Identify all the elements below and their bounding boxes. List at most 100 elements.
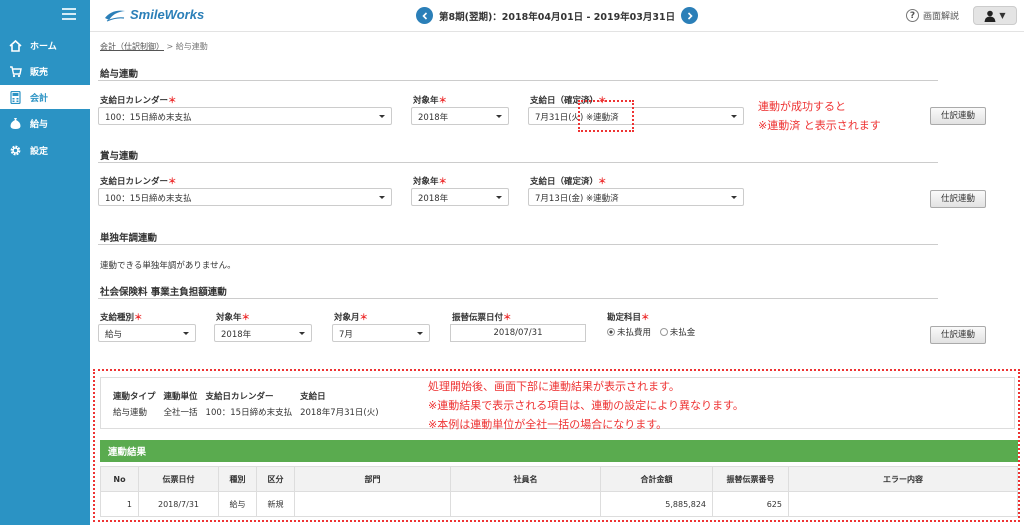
sidebar-item-home[interactable]: ホーム: [0, 33, 90, 57]
col-header: 振替伝票番号: [712, 466, 789, 492]
cell-total: 5,885,824: [600, 491, 713, 517]
select-bonus-year[interactable]: 2018年: [411, 188, 509, 206]
sidebar-item-label: 会計: [30, 93, 49, 104]
summary-table: 連動タイプ 連動単位 支給日カレンダー 支給日 給与連動 全社一括 100：15…: [113, 390, 387, 418]
annual-empty-message: 連動できる単独年調がありません。: [100, 261, 236, 271]
social-journal-link-button[interactable]: 仕訳連動: [930, 326, 986, 344]
section-title-bonus: 賞与連動: [100, 151, 139, 162]
summary-value: 全社一括: [163, 408, 198, 418]
sidebar: ホーム 販売 会計 給与 設定: [0, 0, 90, 525]
bonus-journal-link-button[interactable]: 仕訳連動: [930, 190, 986, 208]
annotation-result: 処理開始後、画面下部に連動結果が表示されます。 ※連動結果で表示される項目は、連動…: [428, 380, 744, 431]
cell-error: [788, 491, 1018, 517]
help-label: 画面解説: [923, 12, 960, 22]
col-header: 種別: [218, 466, 257, 492]
section-title-social: 社会保険料 事業主負担額連動: [100, 287, 227, 298]
annotation-success: 連動が成功すると ※連動済 と表示されます: [758, 100, 881, 132]
sidebar-item-settings[interactable]: 設定: [0, 138, 90, 162]
col-header: 合計金額: [600, 466, 713, 492]
sidebar-item-label: ホーム: [30, 41, 57, 52]
summary-header: 支給日: [300, 392, 326, 402]
col-header: 社員名: [450, 466, 601, 492]
divider: [98, 244, 938, 245]
summary-value: 2018年7月31日(火): [300, 408, 379, 418]
sidebar-item-payroll[interactable]: 給与: [0, 111, 90, 135]
period-label: 第8期(翌期)：2018年04月01日 - 2019年03月31日: [439, 11, 676, 23]
radio-unpaid-expense[interactable]: 未払費用: [607, 328, 651, 338]
summary-value: 給与連動: [113, 408, 148, 418]
sidebar-item-label: 販売: [30, 67, 49, 78]
calculator-icon: [8, 90, 22, 104]
radio-checked-icon: [607, 328, 615, 336]
col-header: エラー内容: [788, 466, 1018, 492]
summary-header: 連動タイプ: [113, 392, 156, 402]
select-bonus-calendar[interactable]: 100：15日締め末支払: [98, 188, 392, 206]
label-social-month: 対象月＊: [334, 313, 369, 323]
cell-employee: [450, 491, 601, 517]
col-header: 区分: [256, 466, 295, 492]
col-header: No: [100, 466, 139, 492]
label-account: 勘定科目＊: [607, 313, 650, 323]
table-row: 1 2018/7/31 給与 新規 5,885,824 625: [100, 491, 1018, 517]
label-social-date: 振替伝票日付＊: [452, 313, 512, 323]
salary-journal-link-button[interactable]: 仕訳連動: [930, 107, 986, 125]
chevron-left-icon: [421, 11, 427, 20]
user-menu-button[interactable]: ▼: [973, 6, 1017, 25]
cell-category: 新規: [256, 491, 295, 517]
label-salary-year: 対象年＊: [413, 96, 448, 106]
prev-period-button[interactable]: [416, 7, 433, 24]
select-salary-payday[interactable]: 7月31日(火) ※連動済: [528, 107, 744, 125]
label-social-year: 対象年＊: [216, 313, 251, 323]
gear-icon: [8, 143, 22, 157]
logo-text: SmileWorks: [130, 7, 205, 22]
section-title-salary: 給与連動: [100, 69, 139, 80]
select-salary-calendar[interactable]: 100：15日締め末支払: [98, 107, 392, 125]
divider: [98, 162, 938, 163]
input-transfer-date[interactable]: 2018/07/31: [450, 324, 586, 342]
select-social-year[interactable]: 2018年: [214, 324, 312, 342]
home-icon: [8, 38, 22, 52]
money-bag-icon: [8, 116, 22, 130]
divider: [98, 80, 938, 81]
label-salary-calendar: 支給日カレンダー＊: [100, 96, 177, 106]
label-bonus-payday: 支給日（確定済）＊: [530, 177, 607, 187]
select-social-kind[interactable]: 給与: [98, 324, 196, 342]
results-table: No 伝票日付 種別 区分 部門 社員名 合計金額 振替伝票番号 エラー内容 1…: [100, 466, 1018, 517]
select-salary-year[interactable]: 2018年: [411, 107, 509, 125]
section-title-annual: 単独年調連動: [100, 233, 158, 244]
col-header: 部門: [294, 466, 451, 492]
summary-header: 支給日カレンダー: [205, 392, 274, 402]
account-radio-group: 未払費用 未払金: [607, 326, 695, 338]
label-bonus-calendar: 支給日カレンダー＊: [100, 177, 177, 187]
cell-kind: 給与: [218, 491, 257, 517]
period-selector: 第8期(翌期)：2018年04月01日 - 2019年03月31日: [416, 7, 699, 24]
next-period-button[interactable]: [681, 7, 699, 24]
caret-down-icon: ▼: [999, 11, 1006, 20]
radio-unchecked-icon: [659, 328, 668, 336]
summary-value: 100：15日締め末支払: [205, 408, 293, 418]
cell-no: 1: [100, 491, 139, 517]
sidebar-item-accounting[interactable]: 会計: [0, 85, 90, 109]
select-bonus-payday[interactable]: 7月13日(金) ※連動済: [528, 188, 744, 206]
user-icon: [984, 10, 996, 22]
breadcrumb-separator: >: [166, 42, 174, 51]
cell-voucher-no: 625: [712, 491, 789, 517]
chevron-right-icon: [687, 11, 693, 20]
results-header: 連動結果: [100, 440, 1018, 462]
app-logo[interactable]: SmileWorks: [104, 7, 204, 22]
cell-date: 2018/7/31: [138, 491, 219, 517]
select-social-month[interactable]: 7月: [332, 324, 430, 342]
help-link[interactable]: ? 画面解説: [906, 9, 959, 22]
menu-toggle-icon[interactable]: [62, 8, 76, 20]
cart-icon: [8, 64, 22, 78]
radio-unpaid[interactable]: 未払金: [659, 328, 695, 338]
breadcrumb-parent-link[interactable]: 会計（仕訳制御）: [100, 42, 164, 51]
highlight-linked-status: [578, 100, 634, 132]
question-icon: ?: [906, 9, 919, 22]
sidebar-item-label: 設定: [30, 146, 49, 157]
sidebar-item-sales[interactable]: 販売: [0, 59, 90, 83]
summary-header: 連動単位: [163, 392, 198, 402]
col-header: 伝票日付: [138, 466, 219, 492]
label-social-kind: 支給種別＊: [100, 313, 143, 323]
breadcrumb-current: 給与連動: [175, 42, 208, 51]
